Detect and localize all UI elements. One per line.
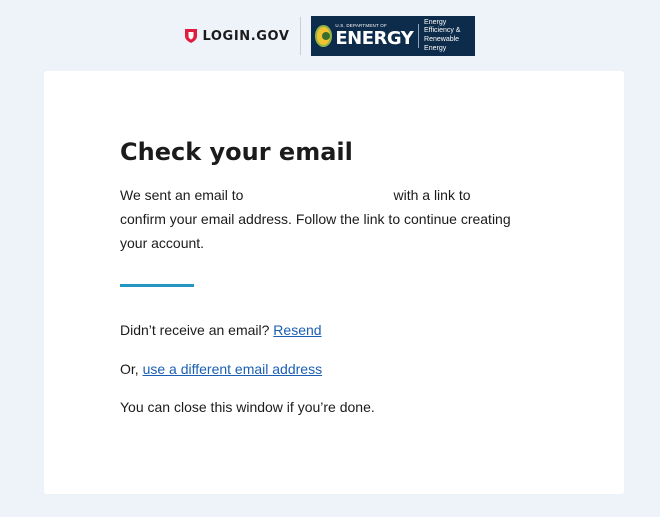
login-gov-logo: LOGIN.GOV: [185, 16, 299, 56]
doe-office-name: Energy Efficiency & Renewable Energy: [424, 19, 470, 54]
accent-divider: [120, 284, 194, 287]
confirmation-message: We sent an email to with a link to confir…: [120, 183, 520, 255]
close-window-note: You can close this window if you’re done…: [120, 399, 375, 415]
header: LOGIN.GOV U.S. DEPARTMENT OF ENERGY Ener…: [0, 16, 660, 56]
doe-office-line2: Renewable Energy: [424, 36, 460, 52]
different-email-row: Or, use a different email address: [120, 361, 322, 377]
resend-link[interactable]: Resend: [273, 322, 321, 338]
doe-seal-icon: [314, 25, 333, 47]
resend-row: Didn’t receive an email? Resend: [120, 322, 322, 338]
message-text-start: We sent an email to: [120, 187, 244, 203]
doe-logo-divider: [418, 24, 420, 48]
use-different-email-link[interactable]: use a different email address: [143, 361, 323, 377]
doe-wordmark: U.S. DEPARTMENT OF ENERGY: [335, 24, 413, 48]
energy-department-logo: U.S. DEPARTMENT OF ENERGY Energy Efficie…: [310, 16, 475, 56]
no-email-prompt: Didn’t receive an email?: [120, 322, 270, 338]
shield-icon: [185, 29, 198, 43]
or-text: Or,: [120, 361, 139, 377]
header-divider: [299, 17, 301, 55]
login-gov-logo-text: LOGIN.GOV: [202, 28, 290, 44]
doe-energy-label: ENERGY: [335, 27, 414, 49]
content-card: Check your email We sent an email to with…: [44, 71, 624, 494]
doe-office-line1: Energy Efficiency &: [424, 18, 461, 35]
page-title: Check your email: [120, 138, 353, 166]
redacted-email-address: [243, 191, 393, 201]
